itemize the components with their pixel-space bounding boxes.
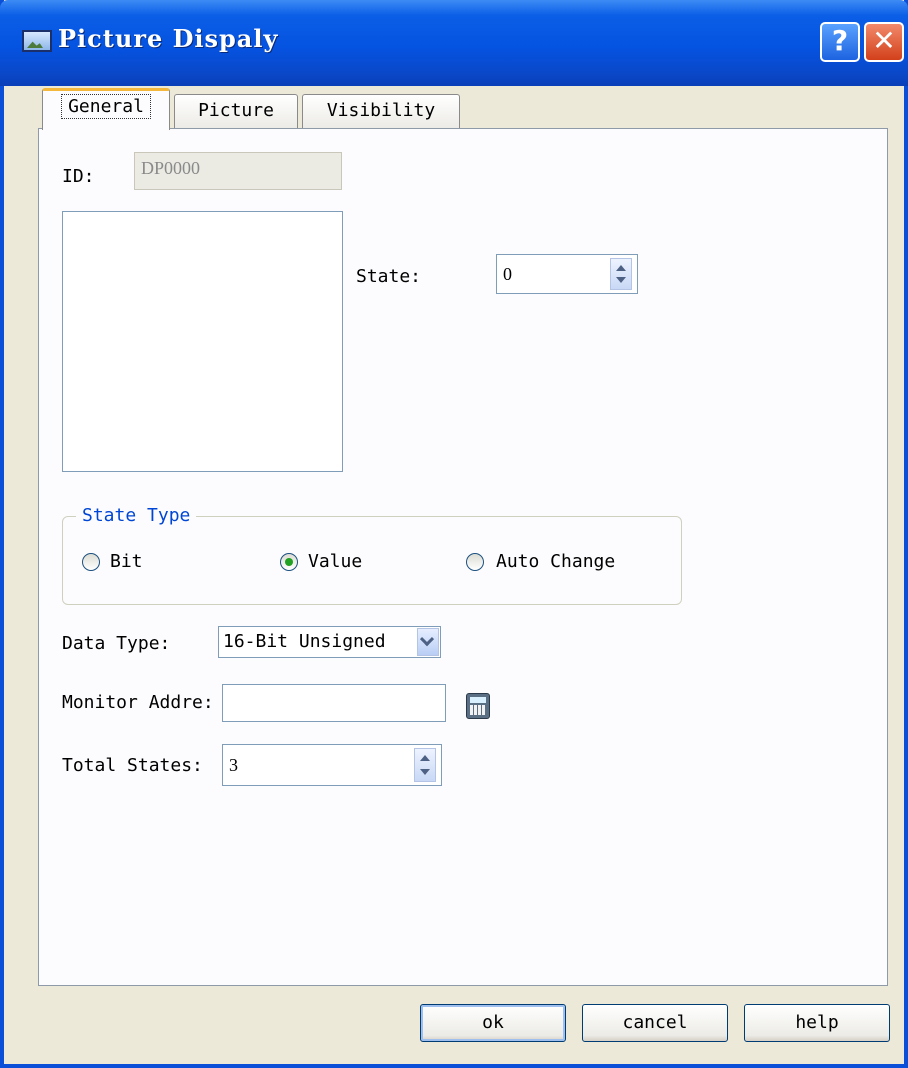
id-field: DP0000 xyxy=(134,152,342,190)
state-spinner[interactable] xyxy=(610,258,632,290)
tab-visibility[interactable]: Visibility xyxy=(302,94,460,128)
close-icon[interactable]: ✕ xyxy=(864,22,904,62)
tab-general[interactable]: General xyxy=(42,88,170,130)
total-states-spinner[interactable] xyxy=(414,748,436,782)
total-states-label: Total States: xyxy=(62,755,203,776)
cancel-button[interactable]: cancel xyxy=(582,1004,728,1042)
data-type-label: Data Type: xyxy=(62,633,171,654)
spinner-up-icon[interactable] xyxy=(616,265,626,271)
spinner-down-icon[interactable] xyxy=(420,769,430,775)
ok-button[interactable]: ok xyxy=(420,1004,566,1042)
picture-window-icon xyxy=(22,30,52,52)
window-title: Picture Dispaly xyxy=(58,24,279,53)
id-label: ID: xyxy=(62,166,95,187)
help-button[interactable]: help xyxy=(744,1004,890,1042)
radio-auto-change[interactable] xyxy=(466,553,484,571)
total-states-input[interactable]: 3 xyxy=(222,744,442,786)
monitor-address-input[interactable] xyxy=(222,684,446,722)
radio-auto-change-label: Auto Change xyxy=(496,551,616,572)
radio-bit-label: Bit xyxy=(110,551,143,572)
data-type-value: 16-Bit Unsigned xyxy=(223,631,386,652)
help-icon[interactable]: ? xyxy=(820,22,860,62)
state-label: State: xyxy=(356,266,422,287)
monitor-address-label: Monitor Addre: xyxy=(62,692,214,713)
tab-picture-label: Picture xyxy=(198,100,274,121)
state-type-title: State Type xyxy=(76,505,197,526)
radio-bit[interactable] xyxy=(82,553,100,571)
title-bar[interactable]: Picture Dispaly ? ✕ xyxy=(0,0,908,86)
radio-value-label: Value xyxy=(308,551,363,572)
tab-picture[interactable]: Picture xyxy=(174,94,298,128)
tab-general-label: General xyxy=(61,94,151,119)
calculator-icon[interactable] xyxy=(466,693,490,719)
spinner-up-icon[interactable] xyxy=(420,755,430,761)
picture-preview xyxy=(62,211,343,472)
data-type-select[interactable]: 16-Bit Unsigned xyxy=(218,626,441,658)
radio-value[interactable] xyxy=(280,553,298,571)
spinner-down-icon[interactable] xyxy=(616,277,626,283)
dropdown-arrow-icon[interactable] xyxy=(417,628,439,656)
tab-visibility-label: Visibility xyxy=(326,100,436,121)
